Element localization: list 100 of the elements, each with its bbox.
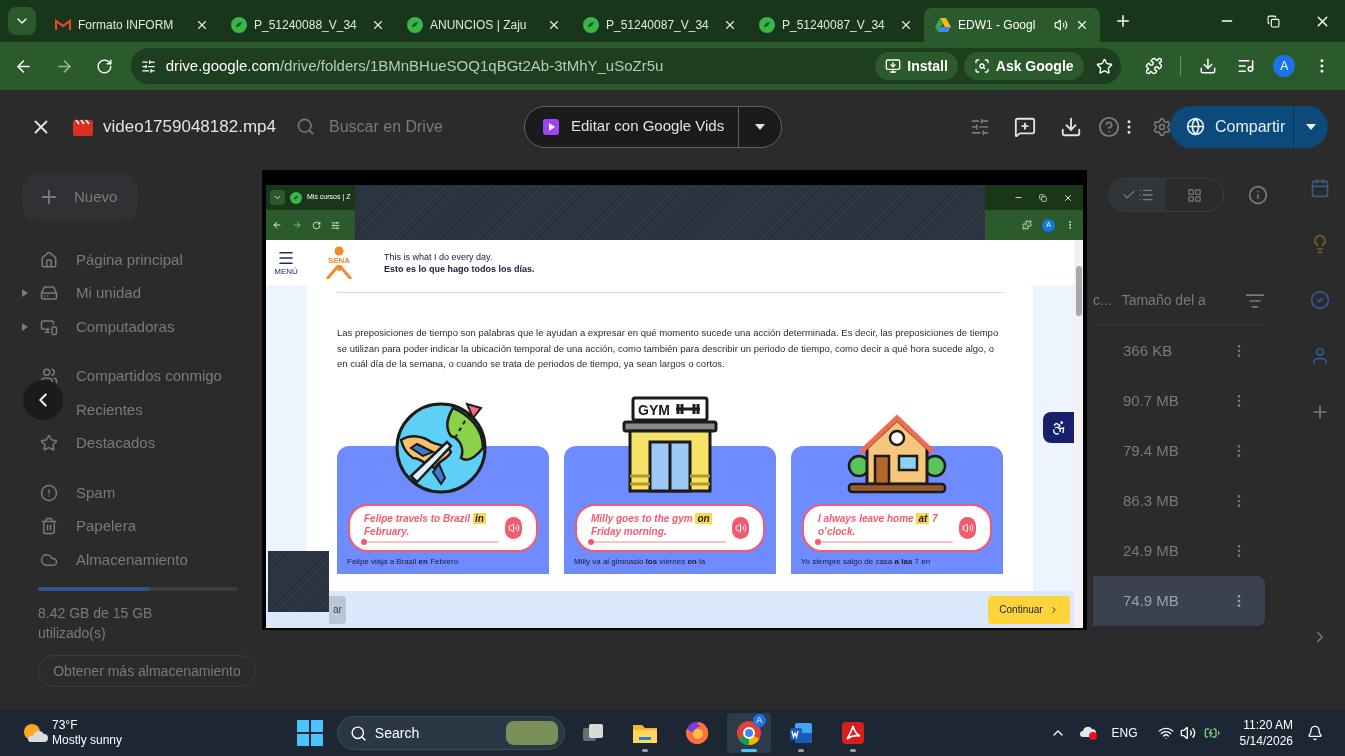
alert-icon [40,483,58,502]
tab-search-button[interactable] [8,7,36,35]
nav-item[interactable]: Página principal [76,248,183,271]
file-row[interactable]: 24.9 MB [1093,526,1265,576]
weather-sun-cloud-icon [22,722,48,744]
nav-item[interactable]: Compartidos conmigo [76,365,222,388]
temperature: 73°F [52,718,79,733]
add-comment-icon[interactable] [1014,115,1036,138]
site-settings-icon [140,58,156,74]
bookmark-star-icon[interactable] [1095,57,1113,75]
browser-tab[interactable]: P_51240087_V_34 [572,8,748,42]
translation-text: Yo siempre salgo de casa a las 7 en [800,555,931,568]
tab-title: EDW1 - Googl [958,17,1036,34]
tab-title: P_51240087_V_34 [606,17,709,34]
cloud-error-icon[interactable] [1079,725,1098,741]
nav-item[interactable]: Destacados [76,432,156,455]
triangle-logo-icon [935,18,951,32]
fox-globe-icon [684,721,709,745]
grid-icon [1187,187,1202,203]
star-icon [40,434,58,453]
logo-text: SENA [327,256,351,265]
new-button[interactable]: Nuevo [22,173,138,221]
browser-tab[interactable]: EDW1 - Googl [924,8,1100,42]
column-header[interactable]: Tamaño del a [1121,290,1206,311]
close-icon[interactable] [371,18,385,32]
taskbar-search[interactable]: Search [336,716,565,750]
file-row[interactable]: 90.7 MB [1093,376,1265,426]
video-file-icon [73,117,93,136]
browser-tab[interactable]: ANUNCIOS | Zaju [396,8,572,42]
nav-item[interactable]: Spam [76,481,116,504]
filter-icon[interactable] [970,116,990,137]
language-indicator[interactable]: ENG [1111,724,1138,742]
check-circle-icon[interactable] [1310,290,1330,310]
search-icon[interactable] [296,117,315,136]
reload-icon[interactable] [95,57,113,75]
dropdown-caret-icon[interactable] [1306,123,1316,130]
previous-button[interactable] [23,380,63,420]
taskbar-app-button[interactable]: A [726,713,771,753]
dropdown-caret-icon[interactable] [755,123,765,130]
nav-item[interactable]: Computadoras [76,315,175,338]
nav-item[interactable]: Mi unidad [76,282,142,305]
close-icon[interactable] [195,18,209,32]
nav-item[interactable]: Almacenamiento [76,548,188,571]
site-settings-icon [331,220,340,230]
volume-icon[interactable] [1179,725,1196,741]
start-icon[interactable] [296,720,323,746]
browser-tab[interactable]: P_51240088_V_34 [220,8,396,42]
close-icon[interactable] [723,18,737,32]
address-chip[interactable]: Ask Google [963,52,1084,80]
restore-icon[interactable] [1267,14,1280,28]
settings-icon[interactable] [1152,116,1172,137]
download-icon[interactable] [1199,57,1218,75]
close-icon[interactable] [899,18,913,32]
search-field[interactable]: Buscar en Drive [329,114,524,139]
logo-head-icon [334,246,344,256]
share-button[interactable]: Compartir [1170,105,1328,148]
download-icon[interactable] [1060,115,1082,138]
profile-avatar[interactable]: A [1273,55,1296,77]
browser-tab[interactable]: P_51240087_V_34 [748,8,924,42]
tab-title: ANUNCIOS | Zaju [430,17,527,34]
install-icon [885,58,902,74]
tab-title: P_51240088_V_34 [254,17,357,34]
nav-item[interactable]: Papelera [76,515,137,538]
wifi-icon[interactable] [1157,725,1174,741]
speaker-icon [961,521,974,534]
file-row[interactable]: 366 KB [1093,326,1265,376]
expand-caret-icon[interactable] [22,322,28,331]
file-row[interactable]: 74.9 MB [1093,576,1265,626]
address-chip[interactable]: Install [875,52,958,80]
notifications-icon[interactable] [1307,725,1323,741]
close-icon[interactable] [1075,18,1089,32]
nav-item[interactable]: Recientes [76,398,143,421]
browser-tab[interactable]: Formato INFORM [44,8,220,42]
reload-icon [312,220,321,230]
address-bar[interactable]: drive.google.com/drive/folders/1BMnBHueSOQ1qBGt2Ab-3tMhY_uSoZr5u Install Ask Google [130,48,1121,84]
close-icon[interactable] [547,18,561,32]
expand-caret-icon[interactable] [22,289,28,298]
file-row[interactable]: 86.3 MB [1093,476,1265,526]
media-icon[interactable] [1237,57,1256,75]
extensions-icon[interactable] [1144,57,1163,75]
file-size: 79.4 MB [1123,440,1180,461]
leaf-logo-icon [583,17,599,33]
new-tab-icon[interactable] [1114,12,1132,30]
info-icon[interactable] [1248,185,1268,205]
file-row[interactable]: 79.4 MB [1093,426,1265,476]
profile-badge: A [752,714,766,727]
forward-icon [292,220,302,230]
lens-icon [973,58,990,74]
search-icon [349,724,367,742]
leaf-logo-icon [290,191,302,204]
edit-button[interactable]: Editar con Google Vids [524,105,782,148]
people-icon [40,367,58,386]
leaf-logo-icon [407,17,423,33]
example-sentence: Milly goes to the gym on Friday morning. [591,512,713,538]
clock[interactable]: 11:20 AM 5/14/2026 [1239,717,1293,749]
extensions-icon [1022,220,1032,230]
back-icon [272,220,282,230]
close-icon [1063,192,1073,203]
help-icon[interactable] [1098,115,1120,138]
leaf-logo-icon [759,17,775,33]
